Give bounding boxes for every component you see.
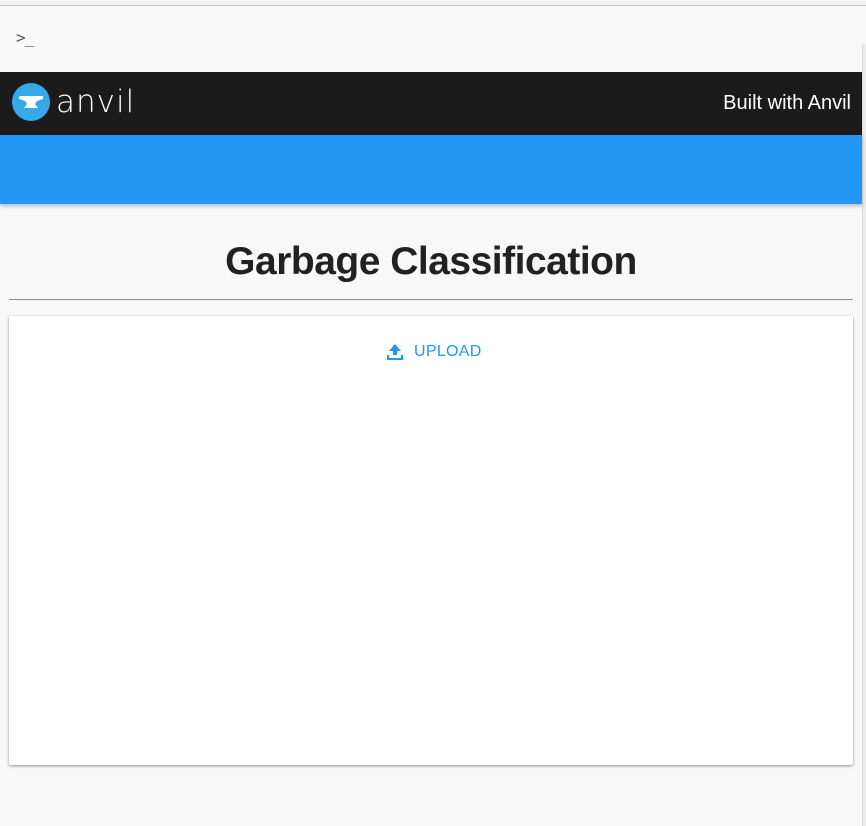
scrollbar-track[interactable]	[862, 44, 866, 826]
upload-label: UPLOAD	[414, 343, 482, 360]
upload-button[interactable]: UPLOAD	[382, 341, 486, 363]
anvil-logo-icon	[12, 83, 50, 121]
page-title: Garbage Classification	[225, 240, 637, 283]
upload-card: UPLOAD	[9, 316, 853, 765]
built-with-anvil-link[interactable]: Built with Anvil	[723, 92, 851, 115]
anvil-header-bar: anvil Built with Anvil	[0, 72, 862, 135]
title-divider	[9, 299, 853, 300]
app-banner	[0, 135, 862, 204]
scrollbar-top-area	[862, 6, 866, 44]
anvil-logo[interactable]: anvil	[12, 83, 135, 121]
console-prompt-icon[interactable]: >_	[16, 28, 34, 47]
window-top-border	[0, 0, 866, 6]
anvil-logo-text: anvil	[56, 84, 136, 120]
upload-icon	[386, 343, 404, 361]
